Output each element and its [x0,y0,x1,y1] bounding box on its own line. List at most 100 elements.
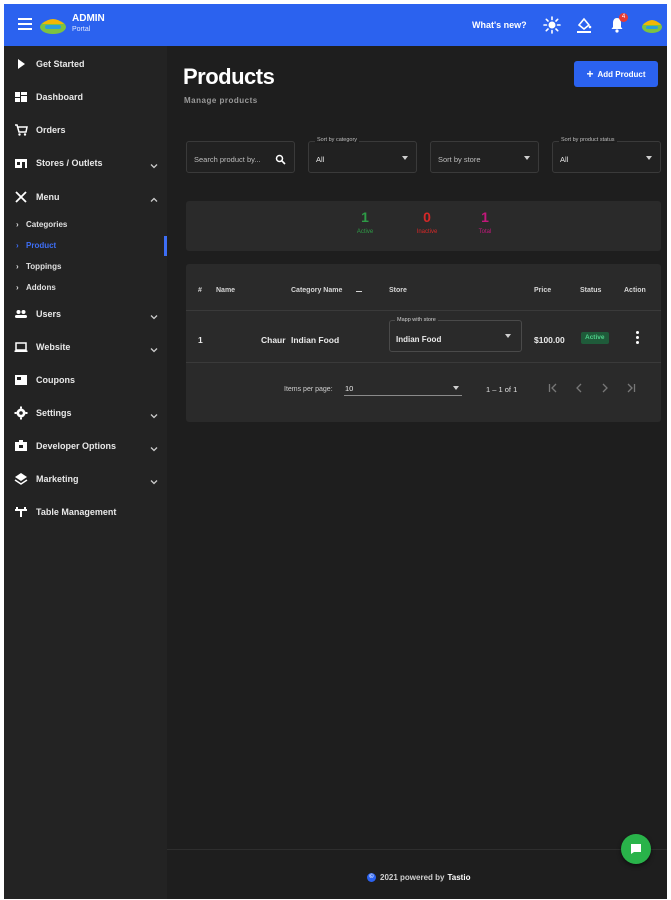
previous-page-icon[interactable] [572,381,586,395]
sidebar-item-label: Marketing [36,474,79,484]
column-header-store: Store [389,287,407,294]
chevron-down-icon [149,158,159,169]
users-icon [14,307,28,321]
add-product-label: Add Product [597,69,646,79]
chevron-down-icon [453,386,459,390]
sidebar-item-coupons[interactable]: Coupons [4,368,167,392]
whats-new-link[interactable]: What's new? [472,20,527,30]
sidebar-item-stores[interactable]: Stores / Outlets [4,151,167,175]
sidebar-subitem-addons[interactable]: › Addons [16,278,166,296]
chat-button[interactable] [621,834,651,864]
sun-icon[interactable] [542,15,562,35]
gear-icon [14,406,28,420]
divider [186,362,661,363]
chevron-right-icon: › [16,282,19,292]
category-select-value: All [316,155,325,164]
paint-bucket-icon[interactable] [574,15,594,35]
store-mapping-select[interactable]: Mapp with store Indian Food [389,317,522,352]
stat-total: 1 Total [455,209,515,235]
chevron-down-icon [149,309,159,320]
stat-inactive-value: 0 [423,209,431,225]
next-page-icon[interactable] [598,381,612,395]
row-price: $100.00 [534,335,565,345]
bell-icon[interactable]: 4 [607,13,628,35]
status-select[interactable]: Sort by product status All [552,137,661,173]
chevron-right-icon: › [16,261,19,271]
items-per-page-select[interactable]: 10 [344,380,462,396]
chevron-down-icon [149,441,159,452]
sidebar-item-settings[interactable]: Settings [4,401,167,425]
footer-text: 2021 powered by [380,873,445,882]
sidebar-subitem-label: Categories [26,219,68,229]
last-page-icon[interactable] [624,381,638,395]
developer-icon [14,439,28,453]
sidebar-subitem-toppings[interactable]: › Toppings [16,257,166,275]
chevron-down-icon [149,474,159,485]
add-product-button[interactable]: + Add Product [574,61,658,87]
avatar[interactable] [640,13,664,37]
coupon-icon [14,373,28,387]
page-subtitle: Manage products [184,96,258,105]
column-header-index: # [198,287,202,294]
sidebar-item-label: Table Management [36,507,117,517]
footer-brand: Tastio [447,873,471,882]
plus-icon: + [586,67,594,81]
sidebar-subitem-label: Product [26,240,57,250]
sidebar-item-website[interactable]: Website [4,335,167,359]
first-page-icon[interactable] [546,381,560,395]
column-header-status: Status [580,287,602,294]
laptop-icon [14,340,28,354]
page-title: Products [183,64,275,89]
sidebar-subitem-product[interactable]: › Product [16,236,166,254]
chevron-down-icon [149,408,159,419]
sidebar-item-dashboard[interactable]: Dashboard [4,85,167,109]
search-icon [275,152,286,165]
stat-total-value: 1 [481,209,489,225]
sidebar-item-users[interactable]: Users [4,302,167,326]
sidebar-item-label: Website [36,342,71,352]
chevron-down-icon [505,334,511,338]
sidebar-subitem-label: Toppings [26,261,62,271]
footer-divider [167,849,667,850]
sort-icon[interactable] [356,291,362,292]
column-header-category[interactable]: Category Name [291,287,342,294]
pagination-range: 1 – 1 of 1 [486,385,518,394]
category-select[interactable]: Sort by category All [308,137,417,173]
main-content: Products Manage products + Add Product S… [167,46,667,899]
sidebar-item-orders[interactable]: Orders [4,118,167,142]
sidebar-item-label: Settings [36,408,72,418]
items-per-page-label: Items per page: [284,386,333,393]
stat-total-caption: Total [478,229,492,235]
brand-subtitle: Portal [72,26,91,33]
top-bar: ADMIN Portal What's new? 4 [4,4,667,46]
sidebar-item-developer-options[interactable]: Developer Options [4,434,167,458]
sidebar-item-label: Stores / Outlets [36,158,103,168]
more-options-icon[interactable] [636,331,640,345]
app-frame: ADMIN Portal What's new? 4 Get Started D… [4,4,667,899]
store-select[interactable]: Sort by store [430,141,539,173]
column-header-price[interactable]: Price [534,287,551,294]
chevron-down-icon [646,156,652,160]
row-category: Indian Food [291,335,340,345]
column-header-name[interactable]: Name [216,287,235,294]
dashboard-icon [14,90,28,104]
stat-inactive: 0 Inactive [397,209,457,235]
play-icon [14,57,28,71]
sidebar-item-marketing[interactable]: Marketing [4,467,167,491]
status-badge: Active [581,332,609,344]
stat-active-caption: Active [356,229,374,235]
chevron-up-icon [149,192,159,202]
utensils-icon [14,190,28,204]
sidebar-subitem-categories[interactable]: › Categories [16,215,166,233]
sidebar-item-menu[interactable]: Menu [4,185,167,209]
store-mapping-label: Mapp with store [395,317,438,323]
search-input[interactable]: Search product by... [186,141,295,173]
brand-title: ADMIN [72,13,105,24]
hamburger-menu-icon[interactable] [18,18,32,30]
sidebar-item-get-started[interactable]: Get Started [4,52,167,76]
sidebar: Get Started Dashboard Orders Stores / Ou… [4,46,167,899]
notification-badge: 4 [619,13,628,22]
products-table: # Name Category Name Store Price Status … [186,264,661,422]
brand: ADMIN Portal [72,13,105,34]
sidebar-item-table-management[interactable]: Table Management [4,500,167,524]
